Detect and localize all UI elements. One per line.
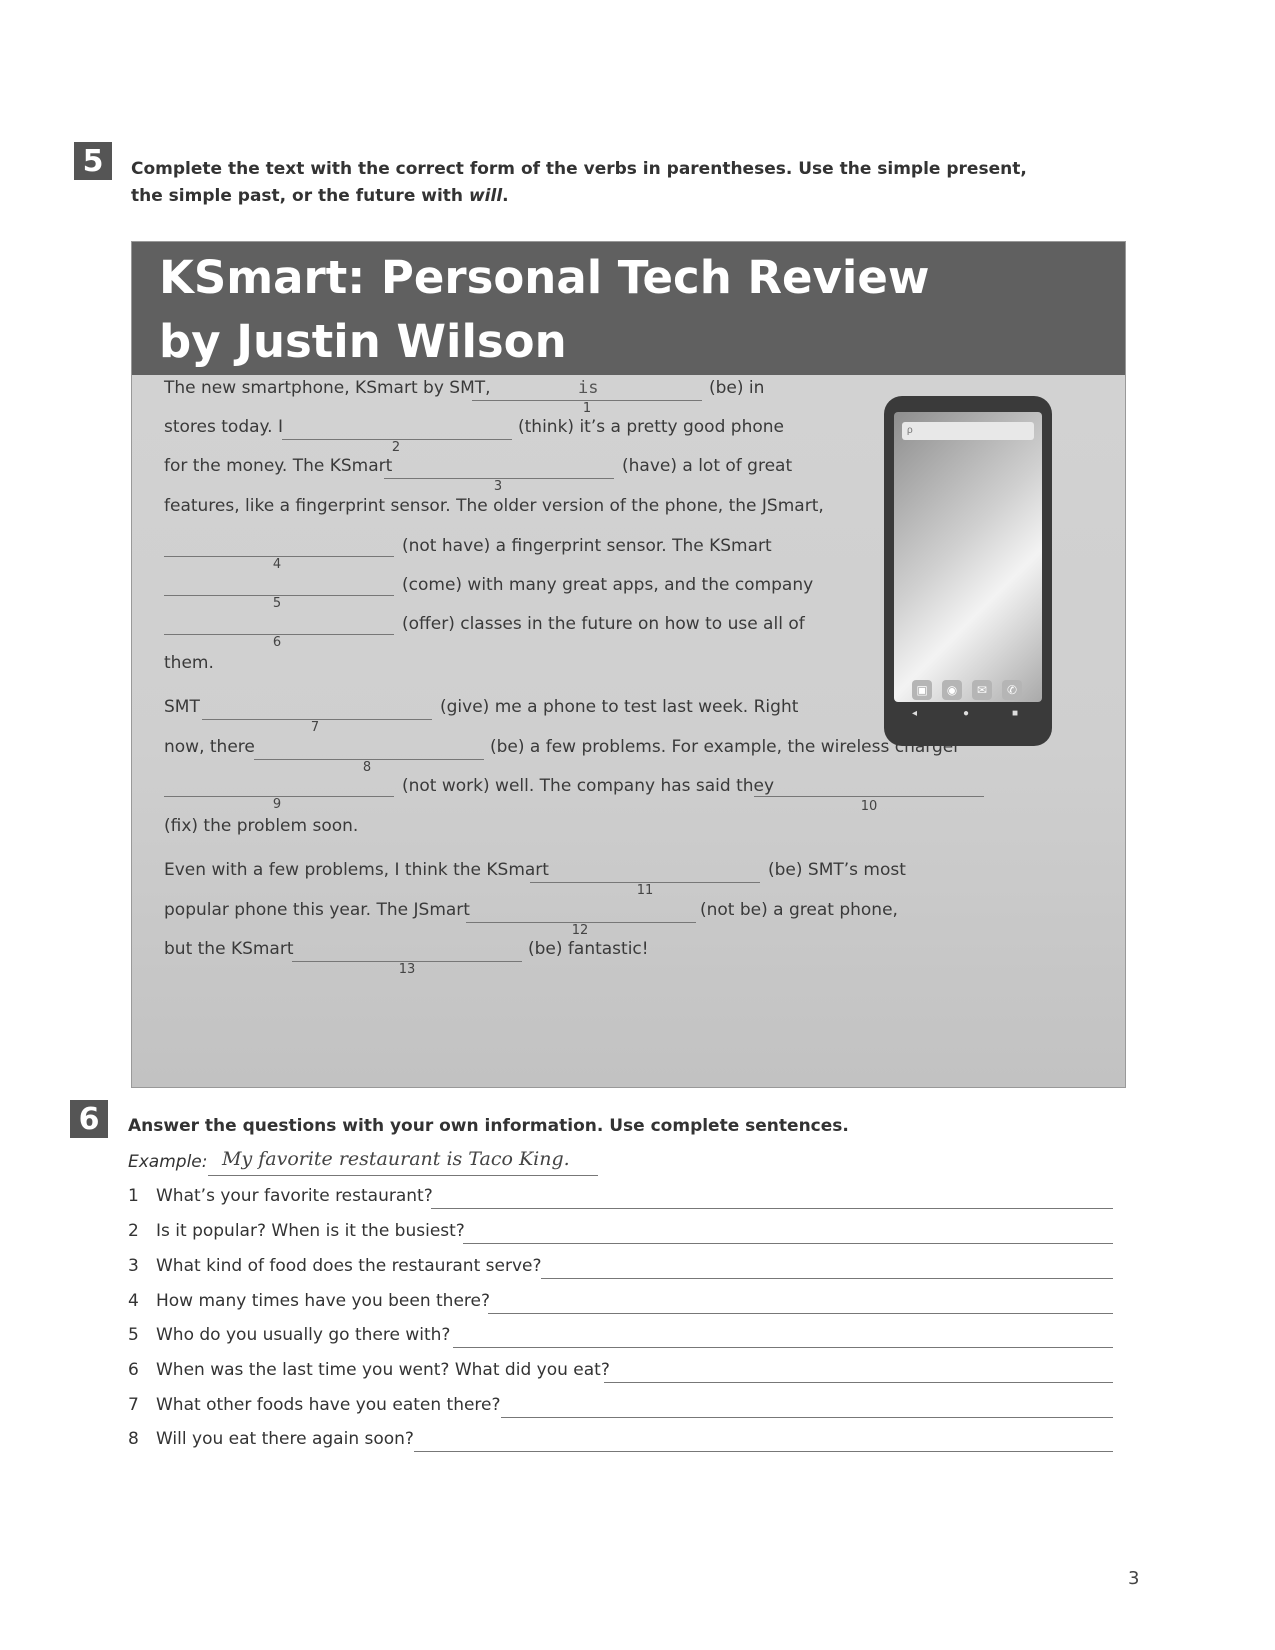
blank-number: 3 xyxy=(493,479,503,494)
home-nav-icon: ● xyxy=(963,708,970,719)
camera-app-icon: ◉ xyxy=(942,680,962,700)
phone-screen: ρ ▣ ◉ ✉ ✆ xyxy=(894,412,1042,702)
phone-app-icon: ✆ xyxy=(1002,680,1022,700)
article-text: (be) SMT’s most xyxy=(768,860,906,880)
blank-number: 4 xyxy=(272,557,282,572)
exercise-5-badge: 5 xyxy=(74,142,112,180)
contacts-app-icon: ▣ xyxy=(912,680,932,700)
article-text: (come) with many great apps, and the com… xyxy=(402,575,814,595)
article-text: The new smartphone, KSmart by SMT, xyxy=(164,378,491,398)
question-number: 6 xyxy=(128,1360,139,1380)
answer-line-8[interactable] xyxy=(414,1450,1113,1452)
back-nav-icon: ◂ xyxy=(912,708,918,719)
question-number: 2 xyxy=(128,1221,139,1241)
instructions-line-2: the simple past, or the future with will… xyxy=(131,186,509,206)
article-text: SMT xyxy=(164,697,200,717)
answer-line-6[interactable] xyxy=(604,1381,1113,1383)
article-text: popular phone this year. The JSmart xyxy=(164,900,470,920)
answer-blank-10[interactable] xyxy=(754,795,984,797)
article-text: features, like a fingerprint sensor. The… xyxy=(164,496,824,516)
article-text: for the money. The KSmart xyxy=(164,456,393,476)
answer-line-2[interactable] xyxy=(463,1242,1113,1244)
will-emphasis: will xyxy=(468,186,503,206)
article-text: (think) it’s a pretty good phone xyxy=(518,417,784,437)
article-text: (offer) classes in the future on how to … xyxy=(402,614,805,634)
phone-search-bar: ρ xyxy=(902,422,1034,440)
question-number: 3 xyxy=(128,1256,139,1276)
exercise-5-instructions: Complete the text with the correct form … xyxy=(131,156,1027,210)
blank-number: 12 xyxy=(571,923,589,938)
question-number: 5 xyxy=(128,1325,139,1345)
article-text: (be) fantastic! xyxy=(528,939,649,959)
exercise-6-instructions: Answer the questions with your own infor… xyxy=(128,1116,849,1136)
question-text: What’s your favorite restaurant? xyxy=(156,1186,433,1206)
smartphone-image: ρ ▣ ◉ ✉ ✆ ◂ ● ■ xyxy=(884,396,1052,746)
blank-number: 5 xyxy=(272,596,282,611)
article-text: stores today. I xyxy=(164,417,283,437)
answer-line-3[interactable] xyxy=(541,1277,1113,1279)
question-text: Who do you usually go there with? xyxy=(156,1325,451,1345)
question-text: When was the last time you went? What di… xyxy=(156,1360,610,1380)
answer-line-4[interactable] xyxy=(488,1312,1113,1314)
question-text: How many times have you been there? xyxy=(156,1291,491,1311)
blank-number: 9 xyxy=(272,797,282,812)
article-box: KSmart: Personal Tech Review by Justin W… xyxy=(131,241,1126,1088)
question-text: What kind of food does the restaurant se… xyxy=(156,1256,542,1276)
blank-number: 1 xyxy=(582,401,592,416)
article-text: (not work) well. The company has said th… xyxy=(402,776,775,796)
article-text: (have) a lot of great xyxy=(622,456,793,476)
question-text: Will you eat there again soon? xyxy=(156,1429,414,1449)
article-text: but the KSmart xyxy=(164,939,294,959)
article-banner: KSmart: Personal Tech Review by Justin W… xyxy=(132,242,1125,375)
article-text: (fix) the problem soon. xyxy=(164,816,359,836)
article-title: KSmart: Personal Tech Review by Justin W… xyxy=(159,251,930,368)
recents-nav-icon: ■ xyxy=(1012,708,1019,719)
blank-number: 8 xyxy=(362,760,372,775)
example-label: Example: xyxy=(128,1152,208,1172)
question-text: Is it popular? When is it the busiest? xyxy=(156,1221,465,1241)
article-text: (not be) a great phone, xyxy=(700,900,898,920)
instructions-line-1: Complete the text with the correct form … xyxy=(131,159,1027,179)
question-number: 1 xyxy=(128,1186,139,1206)
article-text: (not have) a fingerprint sensor. The KSm… xyxy=(402,536,772,556)
article-text: now, there xyxy=(164,737,255,757)
blank-number: 2 xyxy=(391,440,401,455)
question-number: 8 xyxy=(128,1429,139,1449)
article-text: Even with a few problems, I think the KS… xyxy=(164,860,549,880)
article-text: (be) in xyxy=(709,378,765,398)
question-number: 4 xyxy=(128,1291,139,1311)
blank-number: 7 xyxy=(310,720,320,735)
blank-number: 10 xyxy=(860,799,878,814)
answer-line-5[interactable] xyxy=(453,1346,1113,1348)
answer-line-7[interactable] xyxy=(501,1416,1113,1418)
example-answer: My favorite restaurant is Taco King. xyxy=(222,1148,570,1170)
answer-line-1[interactable] xyxy=(431,1207,1113,1209)
answer-1-filled: is xyxy=(578,378,599,398)
mail-app-icon: ✉ xyxy=(972,680,992,700)
article-text: (be) a few problems. For example, the wi… xyxy=(490,737,961,757)
question-number: 7 xyxy=(128,1395,139,1415)
page-number: 3 xyxy=(1128,1568,1140,1589)
article-text: them. xyxy=(164,653,214,673)
article-text: (give) me a phone to test last week. Rig… xyxy=(440,697,799,717)
blank-number: 11 xyxy=(636,883,654,898)
question-text: What other foods have you eaten there? xyxy=(156,1395,501,1415)
exercise-6-badge: 6 xyxy=(70,1100,108,1138)
blank-number: 13 xyxy=(398,962,416,977)
blank-number: 6 xyxy=(272,635,282,650)
example-answer-line xyxy=(208,1174,598,1176)
